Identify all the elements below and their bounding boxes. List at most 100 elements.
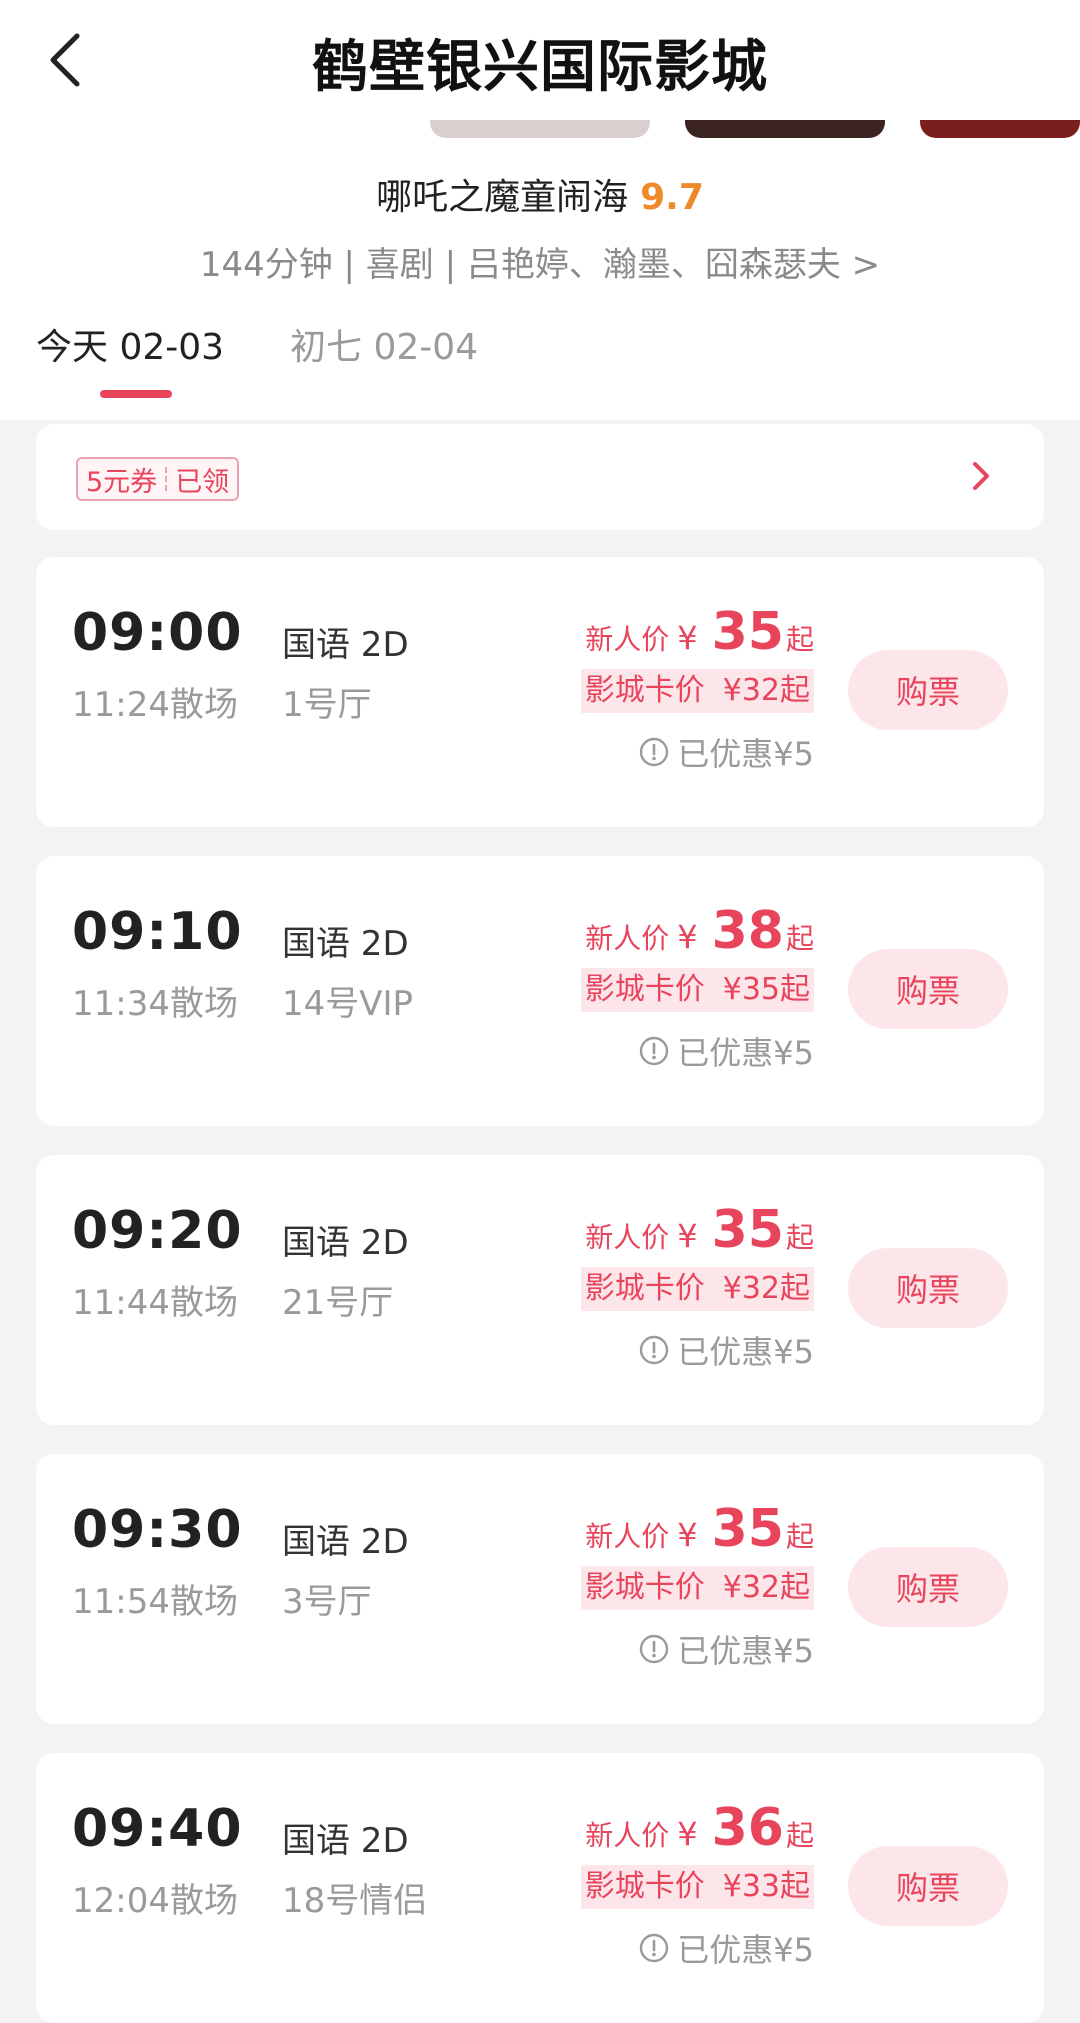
new-user-price: 新人价 ¥35 起 (585, 1499, 814, 1559)
yen-symbol: ¥ (677, 619, 698, 657)
language-format: 国语 2D (282, 924, 409, 964)
new-price-label: 新人价 (585, 1819, 670, 1852)
showtime-card[interactable]: 09:10 11:34散场 国语 2D 14号VIP 新人价 ¥38 起 影城卡价 ¥… (36, 856, 1044, 1126)
card-price-value: ¥32起 (722, 1271, 810, 1306)
showtime-card[interactable]: 09:20 11:44散场 国语 2D 21号厅 新人价 ¥35 起 影城卡价 ¥32… (36, 1155, 1044, 1425)
hall-name: 18号情侣 (282, 1881, 428, 1921)
new-price-value: 36 (711, 1798, 784, 1858)
tab-date-next[interactable]: 初七 02-04 (290, 318, 478, 370)
new-price-label: 新人价 (585, 623, 670, 656)
end-time: 11:34散场 (72, 984, 238, 1024)
card-price-label: 影城卡价 (584, 1869, 705, 1904)
discount-text: 已优惠¥5 (677, 1931, 814, 1969)
tab-date-today[interactable]: 今天 02-03 (36, 318, 224, 370)
discount-info: 已优惠¥5 (639, 1327, 814, 1373)
coupon-status: 已领 (175, 466, 230, 498)
end-time: 11:24散场 (72, 685, 238, 725)
info-circle-icon (640, 1335, 669, 1365)
poster-strip[interactable] (0, 120, 1080, 138)
new-price-label: 新人价 (585, 922, 670, 955)
yen-symbol: ¥ (677, 918, 698, 956)
buy-ticket-button[interactable]: 购票 (848, 949, 1008, 1029)
discount-info: 已优惠¥5 (639, 729, 814, 775)
member-card-price: 影城卡价 ¥35起 (580, 968, 814, 1012)
showtime-card[interactable]: 09:40 12:04散场 国语 2D 18号情侣 新人价 ¥36 起 影城卡价 ¥3… (36, 1753, 1044, 2023)
showtime-card[interactable]: 09:30 11:54散场 国语 2D 3号厅 新人价 ¥35 起 影城卡价 ¥32起… (36, 1454, 1044, 1724)
language-format: 国语 2D (282, 1522, 409, 1562)
buy-ticket-button[interactable]: 购票 (848, 650, 1008, 730)
yen-symbol: ¥ (677, 1516, 698, 1554)
info-circle-icon (640, 737, 669, 767)
price-suffix: 起 (785, 1520, 814, 1553)
end-time: 11:44散场 (72, 1283, 238, 1323)
buy-ticket-button[interactable]: 购票 (848, 1248, 1008, 1328)
coupon-amount: 5元券 (86, 466, 158, 498)
new-price-value: 35 (711, 1499, 784, 1559)
tab-indicator (100, 390, 172, 398)
card-price-value: ¥32起 (722, 1570, 810, 1605)
discount-info: 已优惠¥5 (639, 1925, 814, 1971)
chevron-right-icon (973, 462, 989, 490)
language-format: 国语 2D (282, 625, 409, 665)
price-suffix: 起 (785, 623, 814, 656)
new-user-price: 新人价 ¥38 起 (585, 901, 814, 961)
showtime-card[interactable]: 09:00 11:24散场 国语 2D 1号厅 新人价 ¥35 起 影城卡价 ¥32起… (36, 557, 1044, 827)
info-circle-icon (640, 1036, 669, 1066)
card-price-label: 影城卡价 (584, 1271, 705, 1306)
language-format: 国语 2D (282, 1223, 409, 1263)
movie-meta[interactable]: 144分钟 | 喜剧 | 吕艳婷、瀚墨、囧森瑟夫 > (0, 237, 1080, 286)
hall-name: 14号VIP (282, 984, 414, 1024)
new-user-price: 新人价 ¥35 起 (585, 1200, 814, 1260)
movie-title: 哪吒之魔童闹海 9.7 (0, 168, 1080, 220)
new-price-label: 新人价 (585, 1520, 670, 1553)
price-suffix: 起 (785, 922, 814, 955)
new-price-value: 35 (711, 1200, 784, 1260)
card-price-label: 影城卡价 (584, 1570, 705, 1605)
poster-thumb[interactable] (685, 120, 885, 138)
buy-ticket-button[interactable]: 购票 (848, 1846, 1008, 1926)
end-time: 11:54散场 (72, 1582, 238, 1622)
member-card-price: 影城卡价 ¥33起 (580, 1865, 814, 1909)
discount-text: 已优惠¥5 (677, 1632, 814, 1670)
new-price-value: 38 (711, 901, 784, 961)
new-price-value: 35 (711, 602, 784, 662)
member-card-price: 影城卡价 ¥32起 (580, 1566, 814, 1610)
price-suffix: 起 (785, 1819, 814, 1852)
member-card-price: 影城卡价 ¥32起 (580, 669, 814, 713)
yen-symbol: ¥ (677, 1217, 698, 1255)
coupon-bar[interactable]: 5元券 已领 (36, 424, 1044, 530)
movie-name: 哪吒之魔童闹海 (376, 177, 629, 218)
hall-name: 21号厅 (282, 1283, 394, 1323)
buy-ticket-button[interactable]: 购票 (848, 1547, 1008, 1627)
movie-score: 9.7 (640, 177, 704, 218)
price-suffix: 起 (785, 1221, 814, 1254)
poster-thumb[interactable] (430, 120, 650, 138)
end-time: 12:04散场 (72, 1881, 238, 1921)
start-time: 09:40 (72, 1799, 243, 1859)
coupon-tag: 5元券 已领 (76, 457, 240, 501)
discount-info: 已优惠¥5 (639, 1626, 814, 1672)
card-price-value: ¥35起 (722, 972, 810, 1007)
discount-text: 已优惠¥5 (677, 735, 814, 773)
card-price-label: 影城卡价 (584, 972, 705, 1007)
page-title: 鹤壁银兴国际影城 (312, 35, 768, 100)
new-price-label: 新人价 (585, 1221, 670, 1254)
discount-info: 已优惠¥5 (639, 1028, 814, 1074)
start-time: 09:10 (72, 902, 243, 962)
new-user-price: 新人价 ¥35 起 (585, 602, 814, 662)
start-time: 09:00 (72, 603, 243, 663)
discount-text: 已优惠¥5 (677, 1333, 814, 1371)
discount-text: 已优惠¥5 (677, 1034, 814, 1072)
start-time: 09:30 (72, 1500, 243, 1560)
start-time: 09:20 (72, 1201, 243, 1261)
poster-thumb[interactable] (920, 120, 1080, 138)
card-price-value: ¥33起 (722, 1869, 810, 1904)
new-user-price: 新人价 ¥36 起 (585, 1798, 814, 1858)
hall-name: 3号厅 (282, 1582, 372, 1622)
info-circle-icon (640, 1933, 669, 1963)
language-format: 国语 2D (282, 1821, 409, 1861)
hall-name: 1号厅 (282, 685, 372, 725)
info-circle-icon (640, 1634, 669, 1664)
card-price-label: 影城卡价 (584, 673, 705, 708)
member-card-price: 影城卡价 ¥32起 (580, 1267, 814, 1311)
